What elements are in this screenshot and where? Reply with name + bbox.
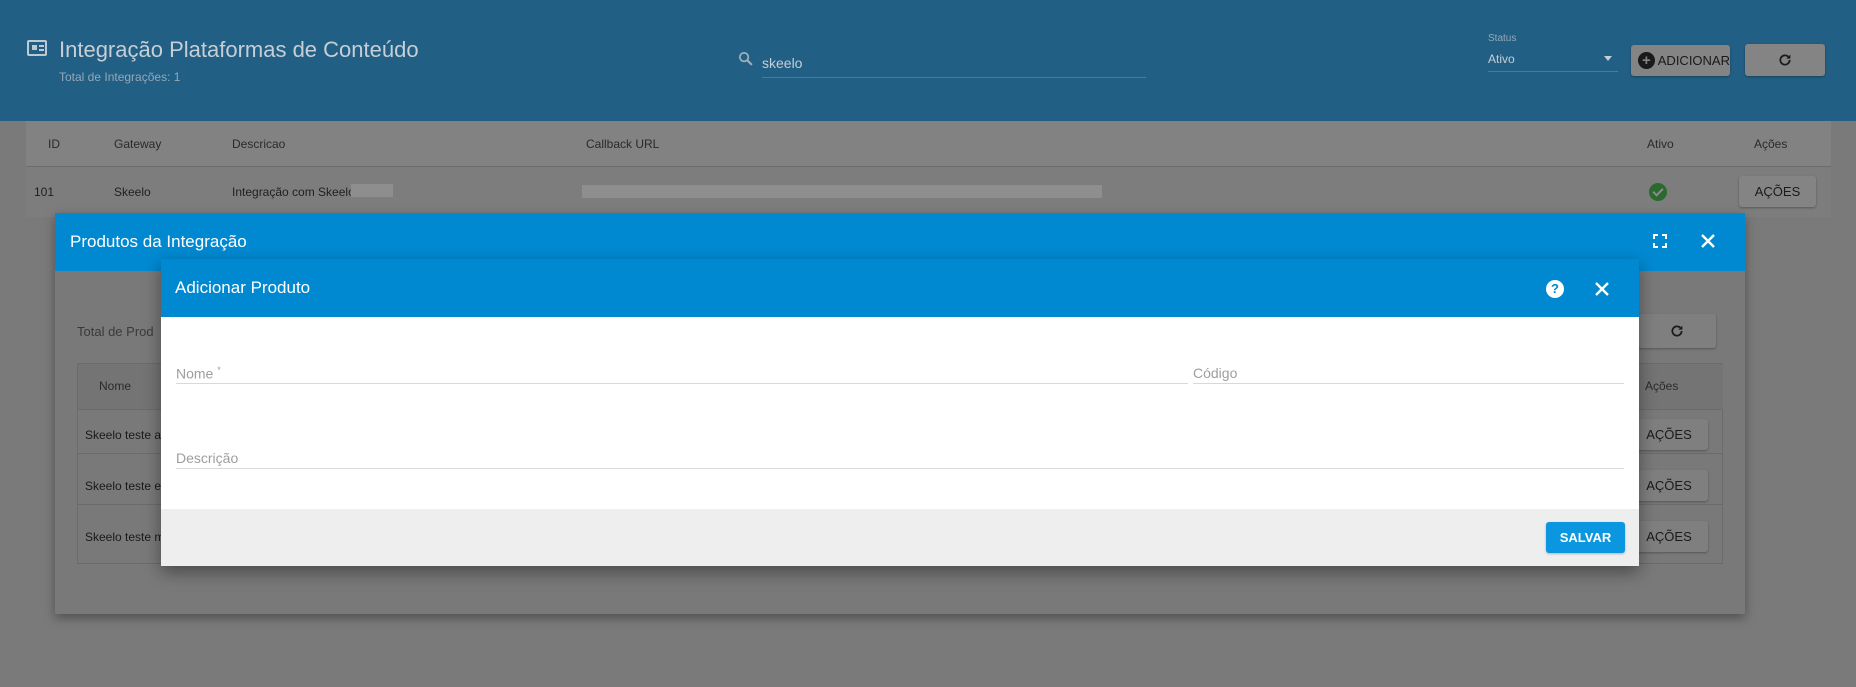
name-input[interactable] [176, 360, 1188, 383]
plus-circle-icon: + [1638, 52, 1655, 69]
description-field[interactable]: Descrição [176, 445, 1624, 469]
row-gateway: Skeelo [114, 185, 151, 199]
column-header-id: ID [48, 137, 60, 151]
status-select-value: Ativo [1488, 52, 1515, 66]
check-circle-icon [1649, 183, 1667, 201]
redacted-text [351, 184, 393, 197]
save-button[interactable]: SALVAR [1546, 522, 1625, 553]
add-product-dialog-footer [161, 509, 1639, 566]
page-subtitle: Total de Integrações: 1 [59, 70, 181, 84]
search-input[interactable] [762, 48, 1146, 78]
description-input[interactable] [176, 445, 1624, 468]
row-id: 101 [34, 185, 55, 199]
fullscreen-icon[interactable] [1653, 234, 1667, 248]
add-button-label: ADICIONAR [1657, 53, 1730, 68]
column-header-ativo: Ativo [1647, 137, 1674, 151]
add-product-dialog-header [161, 259, 1639, 317]
integrations-table-header [26, 121, 1831, 167]
column-header-descricao: Descricao [232, 137, 286, 151]
page-title: Integração Plataformas de Conteúdo [59, 37, 419, 62]
refresh-button[interactable] [1745, 44, 1825, 76]
product-name: Skeelo teste au [85, 428, 168, 442]
row-descricao: Integração com Skeelo [232, 185, 355, 199]
product-actions-button[interactable]: AÇÕES [1630, 521, 1708, 552]
product-actions-button[interactable]: AÇÕES [1630, 419, 1708, 450]
column-header-acoes: Ações [1754, 137, 1788, 151]
add-button[interactable]: + ADICIONAR [1631, 45, 1730, 76]
add-product-dialog-title: Adicionar Produto [175, 278, 311, 297]
products-total-label: Total de Prod [77, 324, 154, 339]
row-actions-button[interactable]: AÇÕES [1739, 176, 1816, 207]
chevron-down-icon [1604, 56, 1612, 61]
product-name: Skeelo teste eb [85, 479, 168, 493]
products-dialog-title: Produtos da Integração [70, 232, 247, 251]
product-name: Skeelo teste m [85, 530, 165, 544]
column-header-callback-url: Callback URL [586, 137, 660, 151]
redacted-callback-url [582, 185, 1102, 198]
column-header-acoes: Ações [1645, 379, 1679, 393]
search-icon [738, 51, 753, 66]
column-header-gateway: Gateway [114, 137, 162, 151]
refresh-icon [1671, 325, 1683, 337]
code-input[interactable] [1193, 360, 1624, 383]
help-icon[interactable]: ? [1546, 280, 1564, 298]
close-icon[interactable] [1593, 280, 1611, 298]
status-select[interactable]: Ativo [1488, 52, 1618, 72]
products-refresh-button[interactable] [1638, 314, 1716, 348]
product-actions-button[interactable]: AÇÕES [1630, 470, 1708, 501]
column-header-nome: Nome [99, 379, 132, 393]
integration-list-icon [27, 40, 47, 56]
status-label: Status [1488, 33, 1517, 44]
refresh-icon [1779, 54, 1791, 66]
code-field[interactable]: Código [1193, 360, 1624, 384]
name-field[interactable]: Nome * [176, 360, 1188, 384]
close-icon[interactable] [1699, 232, 1717, 250]
